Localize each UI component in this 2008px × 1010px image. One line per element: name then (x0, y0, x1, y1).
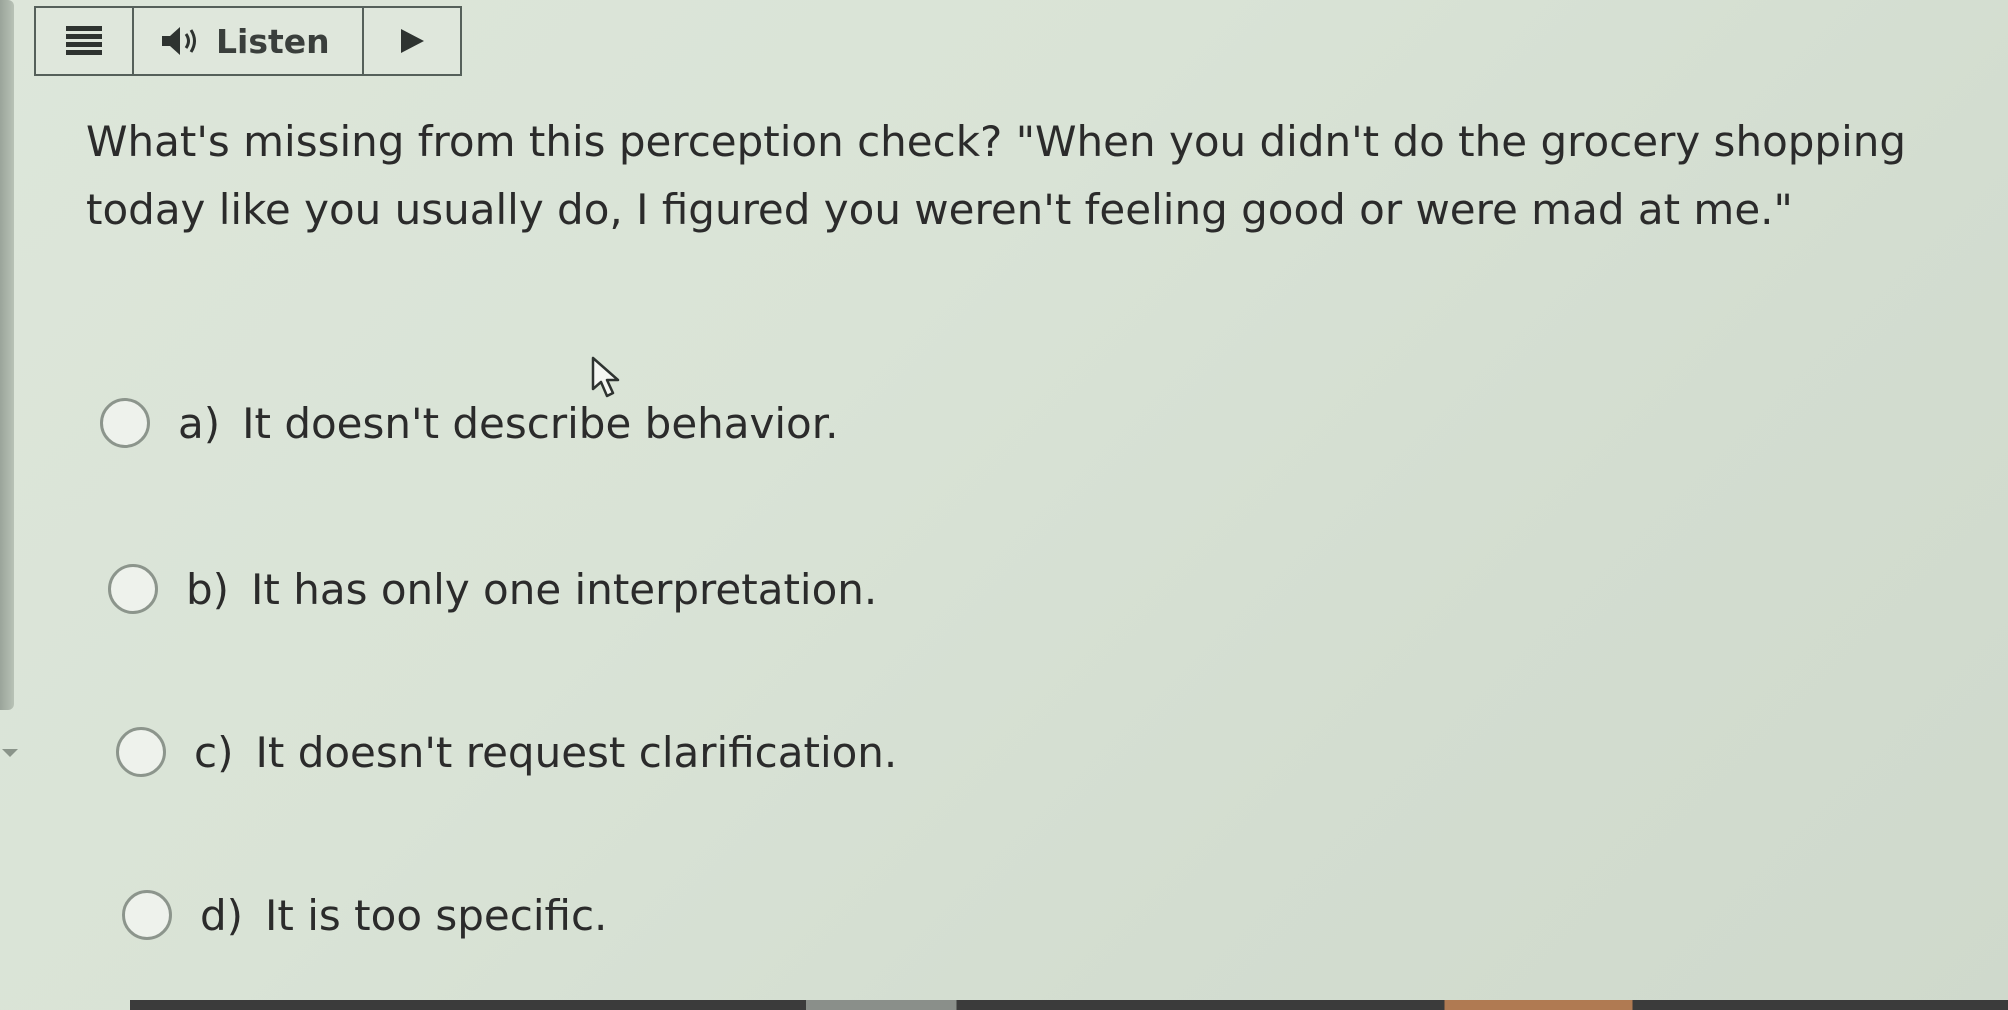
radio-button-c[interactable] (116, 727, 166, 777)
bottom-screen-edge (130, 1000, 2008, 1010)
speaker-icon (162, 27, 196, 55)
listen-button[interactable]: Listen (134, 8, 364, 74)
option-label: It doesn't request clarification. (255, 727, 898, 777)
collapse-arrow-icon[interactable] (2, 749, 18, 757)
option-c[interactable]: c) It doesn't request clarification. (116, 727, 897, 777)
radio-button-b[interactable] (108, 564, 158, 614)
listen-label: Listen (216, 21, 330, 61)
play-button[interactable] (364, 8, 460, 74)
question-text: What's missing from this perception chec… (86, 117, 1907, 234)
option-label: It doesn't describe behavior. (242, 398, 839, 448)
radio-button-d[interactable] (122, 890, 172, 940)
mouse-pointer-icon (591, 356, 620, 398)
option-letter: c) (194, 727, 234, 777)
option-letter: a) (178, 398, 221, 448)
option-d[interactable]: d) It is too specific. (122, 890, 607, 940)
option-label: It has only one interpretation. (251, 564, 878, 614)
left-panel-edge (0, 0, 14, 710)
radio-button-a[interactable] (100, 398, 150, 448)
read-aloud-toolbar: Listen (34, 6, 462, 76)
menu-button[interactable] (36, 8, 134, 74)
option-letter: b) (186, 564, 230, 614)
option-label: It is too specific. (265, 890, 608, 940)
play-icon (401, 29, 424, 53)
hamburger-menu-icon (66, 26, 102, 55)
option-b[interactable]: b) It has only one interpretation. (108, 564, 877, 614)
option-letter: d) (200, 890, 244, 940)
option-a[interactable]: a) It doesn't describe behavior. (100, 398, 839, 448)
